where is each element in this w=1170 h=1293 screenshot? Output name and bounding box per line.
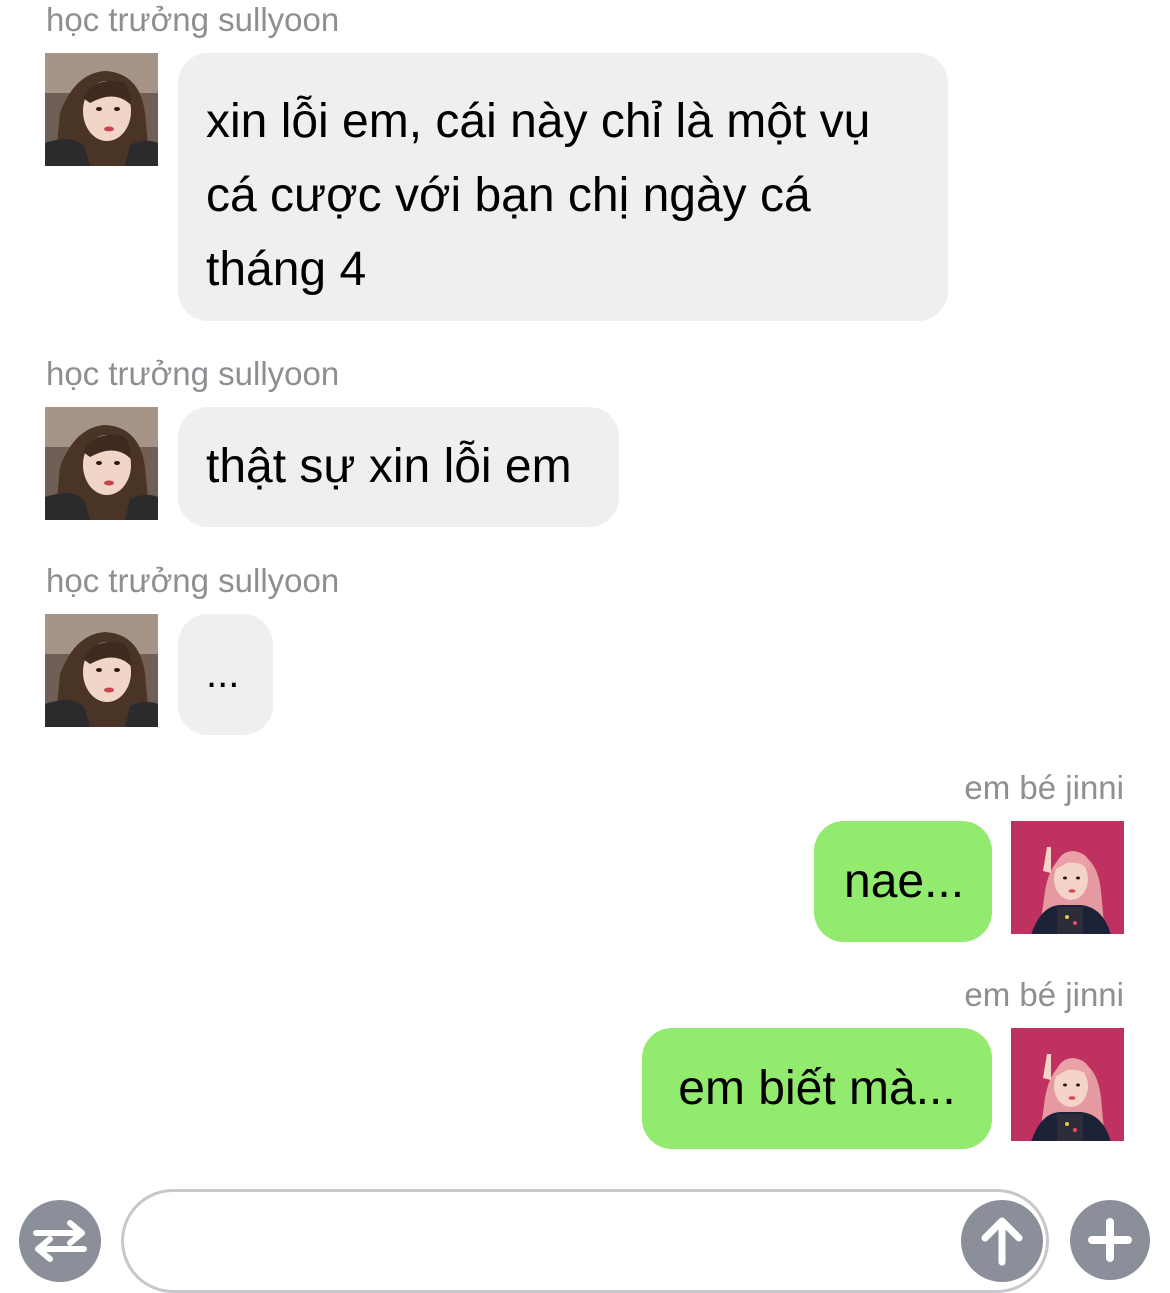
sender-name: em bé jinni bbox=[964, 976, 1124, 1013]
avatar-sullyoon[interactable] bbox=[45, 53, 158, 166]
message-bubble[interactable]: thật sự xin lỗi em bbox=[178, 407, 619, 527]
message-text: nae... bbox=[844, 855, 965, 908]
message-text: xin lỗi em, cái này chỉ là một vụ cá cượ… bbox=[206, 95, 871, 296]
message-text: ... bbox=[206, 652, 240, 696]
arrow-up-icon bbox=[981, 1217, 1023, 1266]
swap-arrows-icon bbox=[33, 1220, 87, 1262]
avatar-sullyoon[interactable] bbox=[45, 614, 158, 727]
message-bubble[interactable]: ... bbox=[178, 614, 273, 735]
avatar-photo-icon bbox=[45, 53, 158, 166]
avatar-jinni[interactable] bbox=[1011, 1028, 1124, 1141]
message-bubble[interactable]: xin lỗi em, cái này chỉ là một vụ cá cượ… bbox=[178, 53, 948, 321]
avatar-photo-icon bbox=[1011, 1028, 1124, 1141]
avatar-jinni[interactable] bbox=[1011, 821, 1124, 934]
avatar-photo-icon bbox=[45, 614, 158, 727]
add-button[interactable] bbox=[1070, 1200, 1150, 1280]
message-bubble[interactable]: em biết mà... bbox=[642, 1028, 992, 1149]
sender-name: học trưởng sullyoon bbox=[46, 562, 340, 599]
avatar-photo-icon bbox=[45, 407, 158, 520]
avatar-sullyoon[interactable] bbox=[45, 407, 158, 520]
avatar-photo-icon bbox=[1011, 821, 1124, 934]
message-input[interactable] bbox=[164, 1212, 948, 1274]
message-text: thật sự xin lỗi em bbox=[206, 440, 572, 493]
plus-icon bbox=[1088, 1218, 1132, 1262]
sender-name: học trưởng sullyoon bbox=[46, 355, 340, 392]
send-button[interactable] bbox=[961, 1200, 1043, 1282]
sender-name: em bé jinni bbox=[964, 769, 1124, 806]
message-input-container[interactable] bbox=[121, 1189, 1049, 1293]
swap-button[interactable] bbox=[19, 1200, 101, 1282]
sender-name: học trưởng sullyoon bbox=[46, 1, 340, 38]
message-bubble[interactable]: nae... bbox=[814, 821, 992, 942]
message-text: em biết mà... bbox=[678, 1062, 956, 1115]
